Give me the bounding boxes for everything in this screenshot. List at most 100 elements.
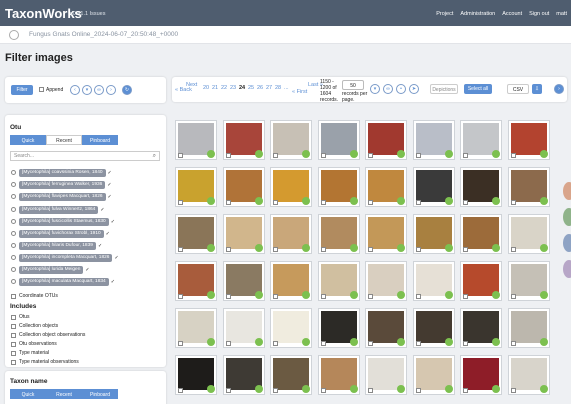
select-checkbox[interactable] bbox=[510, 247, 516, 252]
image-thumbnail[interactable] bbox=[460, 120, 502, 160]
filter-icon[interactable]: ▾ bbox=[82, 85, 92, 95]
image-thumbnail[interactable] bbox=[365, 214, 407, 254]
image-thumbnail[interactable] bbox=[412, 167, 455, 207]
radial-menu-icon[interactable] bbox=[397, 385, 405, 393]
otu-radio[interactable] bbox=[11, 170, 16, 175]
nav-sign-out[interactable]: Sign out bbox=[529, 11, 549, 17]
select-checkbox[interactable] bbox=[510, 341, 516, 346]
image-thumbnail[interactable] bbox=[175, 120, 217, 160]
format-select[interactable]: CSV bbox=[507, 84, 529, 94]
select-checkbox[interactable] bbox=[273, 153, 278, 158]
radial-menu-icon[interactable] bbox=[207, 338, 215, 346]
image-thumbnail[interactable] bbox=[222, 355, 265, 395]
coordinate-otus-toggle[interactable]: Coordinate OTUs bbox=[11, 292, 58, 300]
select-checkbox[interactable] bbox=[368, 294, 373, 299]
radial-menu-icon[interactable] bbox=[397, 244, 405, 252]
image-thumbnail[interactable] bbox=[175, 308, 217, 348]
tab-recent[interactable]: Recent bbox=[46, 389, 82, 399]
image-thumbnail[interactable] bbox=[507, 120, 550, 160]
select-checkbox[interactable] bbox=[463, 153, 468, 158]
radial-menu-icon[interactable] bbox=[492, 150, 500, 158]
include-option[interactable]: Type material bbox=[11, 349, 49, 357]
radial-menu-icon[interactable] bbox=[302, 197, 310, 205]
image-thumbnail[interactable] bbox=[222, 261, 265, 301]
radial-menu-icon[interactable] bbox=[254, 197, 263, 205]
select-checkbox[interactable] bbox=[510, 200, 516, 205]
otu-radio[interactable] bbox=[11, 267, 16, 272]
select-checkbox[interactable] bbox=[320, 153, 326, 158]
include-checkbox[interactable] bbox=[11, 323, 16, 329]
image-thumbnail[interactable] bbox=[365, 120, 407, 160]
image-thumbnail[interactable] bbox=[222, 167, 265, 207]
radial-menu-icon[interactable] bbox=[302, 338, 310, 346]
image-thumbnail[interactable] bbox=[460, 355, 502, 395]
radial-menu-icon[interactable] bbox=[492, 338, 500, 346]
radial-menu-icon[interactable] bbox=[444, 291, 453, 299]
select-checkbox[interactable] bbox=[368, 341, 373, 346]
side-tab[interactable] bbox=[563, 182, 571, 200]
otu-radio[interactable] bbox=[11, 243, 16, 248]
otu-radio[interactable] bbox=[11, 279, 16, 284]
tab-pinboard[interactable]: Pinboard bbox=[82, 389, 118, 399]
otu-label[interactable]: [Mycetophila] coavssinia Rosen, 1840 bbox=[19, 168, 106, 177]
select-checkbox[interactable] bbox=[463, 200, 468, 205]
image-thumbnail[interactable] bbox=[222, 214, 265, 254]
image-thumbnail[interactable] bbox=[412, 261, 455, 301]
select-checkbox[interactable] bbox=[273, 388, 278, 393]
select-checkbox[interactable] bbox=[320, 388, 326, 393]
otu-label[interactable]: [Mycetophila] lurida Meigen bbox=[19, 265, 84, 274]
otu-radio[interactable] bbox=[11, 219, 16, 224]
radial-menu-icon[interactable] bbox=[207, 385, 215, 393]
select-checkbox[interactable] bbox=[178, 153, 183, 158]
select-checkbox[interactable] bbox=[368, 388, 373, 393]
select-checkbox[interactable] bbox=[178, 247, 183, 252]
radial-menu-icon[interactable] bbox=[349, 197, 358, 205]
select-checkbox[interactable] bbox=[510, 153, 516, 158]
radial-menu-icon[interactable] bbox=[539, 385, 548, 393]
include-checkbox[interactable] bbox=[11, 359, 16, 365]
radial-menu-icon[interactable] bbox=[444, 385, 453, 393]
radial-menu-icon[interactable] bbox=[254, 338, 263, 346]
nav-project[interactable]: Project bbox=[436, 11, 453, 17]
depictions-button[interactable]: Depictions bbox=[430, 84, 458, 94]
select-checkbox[interactable] bbox=[463, 294, 468, 299]
image-thumbnail[interactable] bbox=[507, 167, 550, 207]
radial-menu-icon[interactable] bbox=[302, 244, 310, 252]
otu-row[interactable]: [Mycetophila] maculata Macquart, 1834 ✓ bbox=[11, 277, 115, 286]
page-link[interactable]: 26 bbox=[257, 85, 263, 91]
select-checkbox[interactable] bbox=[463, 388, 468, 393]
image-thumbnail[interactable] bbox=[412, 214, 455, 254]
next-arrow-icon[interactable]: › bbox=[554, 84, 564, 94]
select-checkbox[interactable] bbox=[178, 341, 183, 346]
forward-icon[interactable]: › bbox=[106, 85, 116, 95]
radial-menu-icon[interactable] bbox=[397, 197, 405, 205]
tab-pinboard[interactable]: Pinboard bbox=[82, 135, 118, 145]
otu-search-input[interactable]: Search... ⌕ bbox=[10, 151, 160, 161]
image-thumbnail[interactable] bbox=[507, 214, 550, 254]
coordinate-checkbox[interactable] bbox=[11, 293, 16, 299]
image-thumbnail[interactable] bbox=[270, 355, 312, 395]
select-checkbox[interactable] bbox=[178, 200, 183, 205]
otu-row[interactable]: [Mycetophila] flavipes Macquart, 1826 ✓ bbox=[11, 192, 112, 201]
image-thumbnail[interactable] bbox=[412, 355, 455, 395]
select-checkbox[interactable] bbox=[320, 294, 326, 299]
image-thumbnail[interactable] bbox=[317, 261, 360, 301]
side-tab[interactable] bbox=[563, 260, 571, 278]
image-thumbnail[interactable] bbox=[365, 355, 407, 395]
image-thumbnail[interactable] bbox=[175, 167, 217, 207]
include-checkbox[interactable] bbox=[11, 341, 16, 347]
radial-menu-icon[interactable] bbox=[397, 338, 405, 346]
otu-radio[interactable] bbox=[11, 255, 16, 260]
image-thumbnail[interactable] bbox=[365, 167, 407, 207]
nav-user[interactable]: matt bbox=[556, 11, 567, 17]
page-link[interactable]: 25 bbox=[248, 85, 254, 91]
radial-menu-icon[interactable] bbox=[492, 244, 500, 252]
side-tab[interactable] bbox=[563, 234, 571, 252]
otu-row[interactable]: [Mycetophila] hilaris Dufour, 1839 ✓ bbox=[11, 241, 102, 250]
otu-label[interactable]: [Mycetophila] ferruginea Walker, 1936 bbox=[19, 180, 106, 189]
image-thumbnail[interactable] bbox=[270, 120, 312, 160]
image-thumbnail[interactable] bbox=[270, 261, 312, 301]
project-name[interactable]: Fungus Gnats Online_2024-06-07_20:50:48_… bbox=[29, 31, 178, 38]
select-checkbox[interactable] bbox=[225, 247, 231, 252]
otu-row[interactable]: [Mycetophila] ferruginea Walker, 1936 ✓ bbox=[11, 180, 112, 189]
